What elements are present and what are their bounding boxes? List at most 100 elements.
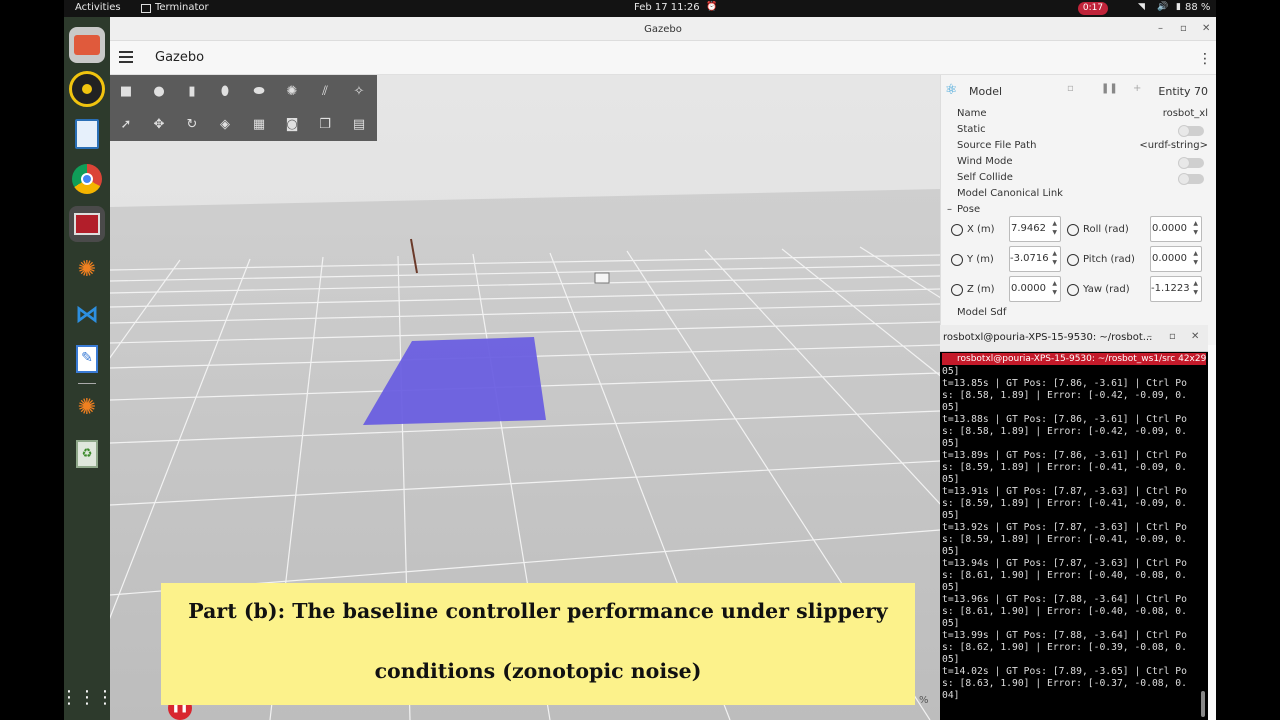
terminal-line: t=13.88s | GT Pos: [7.86, -3.61] | Ctrl …: [942, 414, 1187, 425]
screenshot-icon[interactable]: ◙: [283, 115, 301, 133]
terminal-line: t=14.02s | GT Pos: [7.89, -3.65] | Ctrl …: [942, 666, 1187, 677]
cylinder-shape-icon[interactable]: ▮: [183, 82, 201, 100]
z-label: Z (m): [967, 284, 995, 295]
chrome-icon[interactable]: [69, 161, 105, 197]
alarm-icon: ⏰: [706, 2, 718, 12]
terminal-line: 05]: [942, 546, 960, 557]
point-light-icon[interactable]: ✺: [283, 82, 301, 100]
clock[interactable]: Feb 17 11:26: [634, 2, 700, 13]
spot-light-icon[interactable]: ✧: [350, 82, 368, 100]
rhythmbox-icon[interactable]: [69, 71, 105, 107]
sdf-label: Model Sdf: [957, 307, 1007, 318]
terminal-tab[interactable]: rosbotxl@pouria-XPS-15-9530: ~/rosbot_ws…: [942, 353, 1206, 365]
window-title: Gazebo: [644, 24, 682, 35]
roll-input[interactable]: 0.0000 ▲ ▼: [1150, 216, 1202, 242]
pose-collapse-icon[interactable]: –: [947, 204, 952, 215]
pose-label[interactable]: Pose: [957, 204, 980, 215]
x-label: X (m): [967, 224, 995, 235]
caption-overlay: Part (b): The baseline controller perfor…: [161, 583, 915, 705]
box-shape-icon[interactable]: ■: [117, 82, 135, 100]
blender-icon[interactable]: ✺: [69, 251, 105, 287]
terminal-line: 04]: [942, 690, 960, 701]
collide-label: Self Collide: [957, 172, 1013, 183]
maximize-button[interactable]: ▫: [1180, 23, 1187, 34]
z-input[interactable]: 0.0000 ▲ ▼: [1009, 276, 1061, 302]
collide-toggle[interactable]: [1178, 173, 1204, 185]
blender-icon-2[interactable]: ✺: [69, 389, 105, 425]
battery-icon[interactable]: ▮: [1176, 2, 1181, 12]
yaw-link-icon[interactable]: [1067, 284, 1079, 296]
yaw-label: Yaw (rad): [1083, 284, 1130, 295]
pitch-input[interactable]: 0.0000 ▲ ▼: [1150, 246, 1202, 272]
roll-label: Roll (rad): [1083, 224, 1129, 235]
snap-tool-icon[interactable]: ◈: [216, 115, 234, 133]
scene-toolbar: ■ ● ▮ ⬮ ⬬ ✺ ⫽ ✧ ➚ ✥ ↻ ◈ ▦ ◙ ❐ ▤: [110, 75, 377, 141]
select-tool-icon[interactable]: ➚: [117, 115, 135, 133]
robot-model[interactable]: [594, 272, 610, 284]
files-icon[interactable]: [69, 27, 105, 63]
grid-tool-icon[interactable]: ▦: [250, 115, 268, 133]
terminal-line: s: [8.59, 1.89] | Error: [-0.41, -0.09, …: [942, 462, 1187, 473]
y-input[interactable]: -3.0716 ▲ ▼: [1009, 246, 1061, 272]
terminal-title: rosbotxl@pouria-XPS-15-9530: ~/rosbot...: [943, 332, 1153, 343]
sphere-shape-icon[interactable]: ●: [150, 82, 168, 100]
terminal-scrollbar[interactable]: [1201, 691, 1205, 717]
x-input[interactable]: 7.9462 ▲ ▼: [1009, 216, 1061, 242]
rotate-tool-icon[interactable]: ↻: [183, 115, 201, 133]
record-indicator[interactable]: 0:17: [1078, 2, 1108, 15]
pause-icon[interactable]: ❚❚: [1101, 83, 1118, 94]
terminal-line: t=13.89s | GT Pos: [7.86, -3.61] | Ctrl …: [942, 450, 1187, 461]
terminal-line: s: [8.58, 1.89] | Error: [-0.42, -0.09, …: [942, 426, 1187, 437]
minimize-button[interactable]: –: [1158, 23, 1163, 34]
yaw-input[interactable]: -1.1223 ▲ ▼: [1150, 276, 1202, 302]
terminal-maximize-button[interactable]: ▫: [1169, 331, 1176, 342]
app-grid-icon[interactable]: ⋮⋮⋮: [64, 679, 114, 715]
libreoffice-impress-icon[interactable]: [69, 116, 105, 152]
ellipsoid-shape-icon[interactable]: ⬬: [250, 82, 268, 100]
capsule-shape-icon[interactable]: ⬮: [216, 82, 234, 100]
static-toggle[interactable]: [1178, 125, 1204, 137]
wifi-icon[interactable]: ◥: [1138, 2, 1145, 12]
terminal-close-button[interactable]: ✕: [1191, 331, 1199, 342]
terminal-line: s: [8.63, 1.90] | Error: [-0.37, -0.08, …: [942, 678, 1187, 689]
copy-icon[interactable]: ❐: [316, 115, 334, 133]
caption-line-1: Part (b): The baseline controller perfor…: [188, 599, 888, 623]
terminator-icon: [141, 4, 151, 13]
paste-icon[interactable]: ▤: [350, 115, 368, 133]
lock-icon[interactable]: ▫: [1067, 83, 1074, 94]
y-link-icon[interactable]: [951, 254, 963, 266]
canonical-label: Model Canonical Link: [957, 188, 1063, 199]
roll-link-icon[interactable]: [1067, 224, 1079, 236]
terminal-line: s: [8.59, 1.89] | Error: [-0.41, -0.09, …: [942, 498, 1187, 509]
static-label: Static: [957, 124, 986, 135]
app-menu-label[interactable]: Terminator: [155, 2, 209, 13]
source-value: <urdf-string>: [1139, 140, 1208, 151]
terminal-line: s: [8.61, 1.90] | Error: [-0.40, -0.08, …: [942, 606, 1187, 617]
terminal-output[interactable]: 05] t=13.85s | GT Pos: [7.86, -3.61] | Ct…: [942, 366, 1200, 720]
battery-percent: 88 %: [1185, 2, 1211, 13]
terminal-window: rosbotxl@pouria-XPS-15-9530: ~/rosbot...…: [940, 325, 1208, 720]
close-button[interactable]: ✕: [1202, 23, 1210, 34]
kebab-menu-icon[interactable]: ⋮: [1198, 51, 1212, 67]
terminal-minimize-button[interactable]: –: [1147, 331, 1152, 342]
app-bar: Gazebo ⋮: [110, 41, 1216, 75]
vscode-icon[interactable]: ⋈: [69, 296, 105, 332]
pitch-link-icon[interactable]: [1067, 254, 1079, 266]
add-icon[interactable]: +: [1133, 83, 1141, 94]
text-editor-icon[interactable]: ✎: [69, 341, 105, 377]
component-inspector: ⚛ Model ▫ ❚❚ + Entity 70 Name rosbot_xl …: [940, 75, 1216, 345]
activities-button[interactable]: Activities: [75, 2, 121, 13]
wind-toggle[interactable]: [1178, 157, 1204, 169]
screen: Activities Terminator Feb 17 11:26 ⏰ 0:1…: [64, 0, 1216, 720]
terminal-line: t=13.85s | GT Pos: [7.86, -3.61] | Ctrl …: [942, 378, 1187, 389]
trash-icon[interactable]: ♻: [69, 436, 105, 472]
z-link-icon[interactable]: [951, 284, 963, 296]
status-percent: %: [919, 695, 929, 706]
name-label: Name: [957, 108, 987, 119]
terminator-icon[interactable]: [69, 206, 105, 242]
x-link-icon[interactable]: [951, 224, 963, 236]
directional-light-icon[interactable]: ⫽: [316, 82, 334, 100]
hamburger-menu-icon[interactable]: [119, 51, 133, 63]
translate-tool-icon[interactable]: ✥: [150, 115, 168, 133]
volume-icon[interactable]: 🔊: [1157, 2, 1168, 12]
